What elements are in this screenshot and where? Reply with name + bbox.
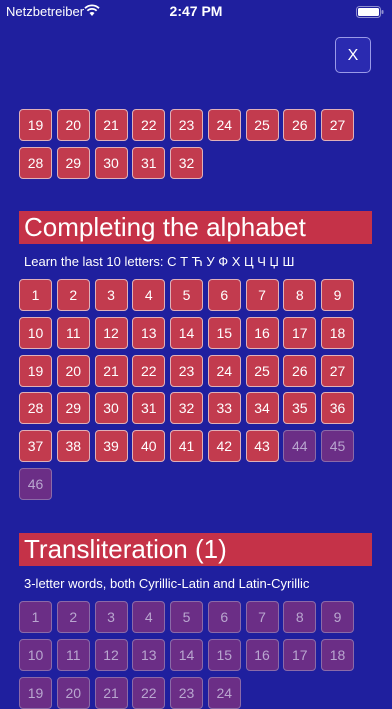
level-tile-locked: 2	[56, 601, 90, 633]
level-tile[interactable]: 26	[283, 354, 317, 387]
level-tile[interactable]: 8	[283, 279, 317, 311]
level-tile[interactable]: 6	[207, 279, 241, 311]
level-tile[interactable]: 37	[19, 430, 52, 463]
level-tile-locked: 23	[170, 676, 203, 709]
level-tile[interactable]: 40	[132, 430, 166, 463]
level-tile[interactable]: 23	[170, 109, 203, 141]
level-tile[interactable]: 13	[132, 316, 166, 349]
level-tile[interactable]: 22	[132, 354, 166, 387]
level-tile-locked: 11	[56, 638, 90, 671]
level-tile[interactable]: 2	[56, 279, 90, 311]
level-tile-locked: 15	[207, 638, 241, 671]
battery-icon	[356, 6, 384, 18]
level-tile[interactable]: 21	[94, 109, 128, 141]
level-tile[interactable]: 36	[321, 392, 354, 425]
level-tile[interactable]: 29	[56, 146, 90, 179]
level-tile[interactable]: 19	[19, 109, 52, 141]
level-tile[interactable]: 26	[283, 109, 317, 141]
level-tile[interactable]: 33	[207, 392, 241, 425]
level-tile[interactable]: 34	[245, 392, 279, 425]
level-tile[interactable]: 20	[56, 354, 90, 387]
level-tile[interactable]: 19	[19, 354, 52, 387]
level-tile-locked: 19	[19, 676, 52, 709]
level-tile[interactable]: 25	[245, 354, 279, 387]
level-tile-locked: 44	[283, 430, 317, 463]
level-tile-locked: 13	[132, 638, 166, 671]
level-tile-locked: 20	[56, 676, 90, 709]
level-tile[interactable]: 35	[283, 392, 317, 425]
level-tile-locked: 24	[207, 676, 241, 709]
level-tile[interactable]: 43	[245, 430, 279, 463]
level-tile[interactable]: 7	[245, 279, 279, 311]
level-tile-locked: 10	[19, 638, 52, 671]
level-tile-locked: 5	[170, 601, 203, 633]
section-title-transliteration: Transliteration (1)	[19, 533, 372, 566]
level-tile-locked: 4	[132, 601, 166, 633]
level-tile[interactable]: 38	[56, 430, 90, 463]
level-tile-locked: 3	[94, 601, 128, 633]
level-tile-locked: 9	[321, 601, 354, 633]
level-tile[interactable]: 29	[56, 392, 90, 425]
level-tile-locked: 7	[245, 601, 279, 633]
level-tile[interactable]: 24	[207, 354, 241, 387]
level-tile[interactable]: 15	[207, 316, 241, 349]
level-tile-locked: 8	[283, 601, 317, 633]
level-tile[interactable]: 5	[170, 279, 203, 311]
level-tile[interactable]: 10	[19, 316, 52, 349]
section-subtitle-transliteration: 3-letter words, both Cyrillic-Latin and …	[24, 576, 310, 591]
level-tile[interactable]: 1	[19, 279, 52, 311]
level-tile[interactable]: 39	[94, 430, 128, 463]
level-tile-locked: 46	[19, 468, 52, 500]
level-tile-locked: 18	[321, 638, 354, 671]
level-tile-locked: 21	[94, 676, 128, 709]
level-tile[interactable]: 31	[132, 392, 166, 425]
level-tile[interactable]: 22	[132, 109, 166, 141]
level-tile-locked: 1	[19, 601, 52, 633]
section-title-completing-alphabet: Completing the alphabet	[19, 211, 372, 244]
close-button[interactable]: X	[335, 37, 371, 73]
level-tile[interactable]: 32	[170, 392, 203, 425]
status-time: 2:47 PM	[169, 3, 223, 19]
level-tile[interactable]: 3	[94, 279, 128, 311]
level-tile[interactable]: 23	[170, 354, 203, 387]
level-tile[interactable]: 16	[245, 316, 279, 349]
level-tile[interactable]: 27	[321, 354, 354, 387]
level-tile[interactable]: 24	[207, 109, 241, 141]
level-tile-locked: 12	[94, 638, 128, 671]
level-tile[interactable]: 41	[170, 430, 203, 463]
level-tile[interactable]: 4	[132, 279, 166, 311]
level-tile-locked: 16	[245, 638, 279, 671]
level-tile-locked: 6	[207, 601, 241, 633]
level-tile[interactable]: 20	[56, 109, 90, 141]
level-tile[interactable]: 12	[94, 316, 128, 349]
level-tile[interactable]: 32	[170, 146, 203, 179]
level-tile[interactable]: 9	[321, 279, 354, 311]
level-tile[interactable]: 28	[19, 146, 52, 179]
level-tile[interactable]: 11	[56, 316, 90, 349]
level-tile[interactable]: 30	[94, 392, 128, 425]
status-bar: Netzbetreiber 2:47 PM	[0, 0, 392, 24]
level-tile[interactable]: 42	[207, 430, 241, 463]
level-tile-locked: 14	[170, 638, 203, 671]
level-tile[interactable]: 30	[94, 146, 128, 179]
section-subtitle-completing-alphabet: Learn the last 10 letters: С Т Ћ У Ф Х Ц…	[24, 254, 295, 269]
level-tile[interactable]: 28	[19, 392, 52, 425]
level-tile-locked: 17	[283, 638, 317, 671]
level-tile[interactable]: 17	[283, 316, 317, 349]
level-tile[interactable]: 14	[170, 316, 203, 349]
level-tile[interactable]: 27	[321, 109, 354, 141]
level-tile-locked: 22	[132, 676, 166, 709]
level-tile-locked: 45	[321, 430, 354, 463]
level-tile[interactable]: 21	[94, 354, 128, 387]
level-tile[interactable]: 31	[132, 146, 166, 179]
level-tile[interactable]: 25	[245, 109, 279, 141]
level-tile[interactable]: 18	[321, 316, 354, 349]
